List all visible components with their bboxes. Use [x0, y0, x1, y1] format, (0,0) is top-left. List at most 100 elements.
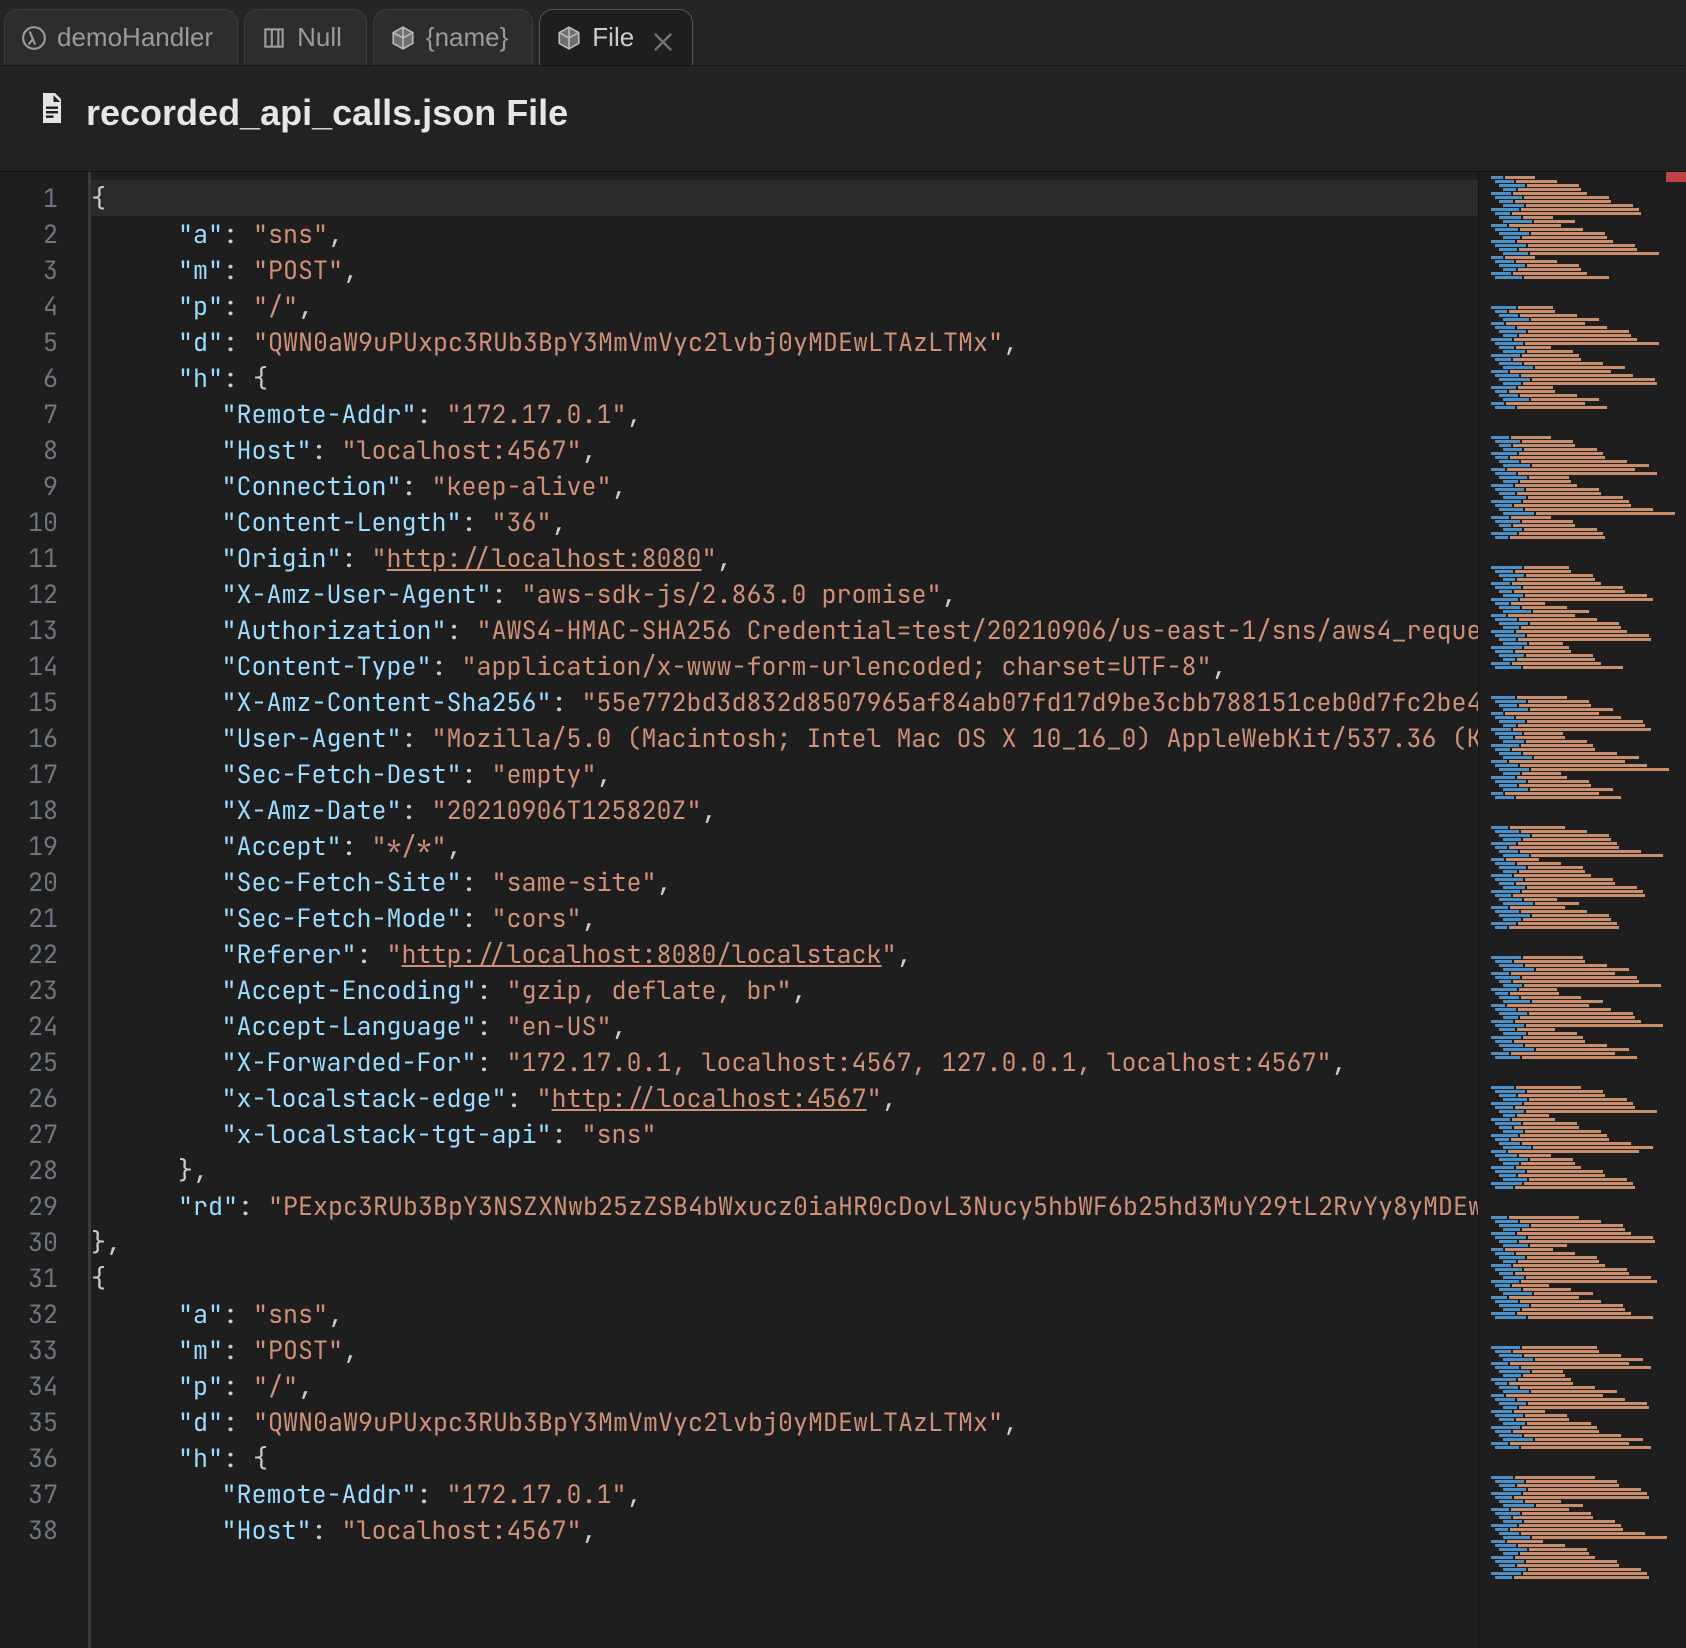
json-token: :	[402, 792, 432, 828]
json-token: ,	[298, 288, 313, 324]
code-line[interactable]: },	[91, 1224, 1478, 1260]
code-line[interactable]: "Connection": "keep-alive",	[91, 468, 1478, 504]
json-token: :	[552, 684, 582, 720]
json-token: "gzip, deflate, br"	[507, 972, 792, 1008]
code-line[interactable]: "X-Forwarded-For": "172.17.0.1, localhos…	[91, 1044, 1478, 1080]
cube-icon	[390, 25, 416, 51]
json-key: "Sec-Fetch-Site"	[222, 864, 462, 900]
json-token: ,	[582, 1512, 597, 1548]
code-line[interactable]: "Content-Length": "36",	[91, 504, 1478, 540]
code-area[interactable]: {"a": "sns","m": "POST","p": "/","d": "Q…	[88, 172, 1478, 1648]
json-token: "POST"	[253, 252, 343, 288]
json-token: :	[417, 396, 447, 432]
line-number: 30	[0, 1224, 58, 1260]
tab-name[interactable]: {name}	[373, 9, 533, 65]
tab-file[interactable]: File	[539, 9, 693, 65]
json-token: :	[507, 1080, 537, 1116]
json-key: "Authorization"	[222, 612, 447, 648]
close-icon[interactable]	[650, 29, 668, 47]
tab-label: File	[592, 22, 634, 53]
json-token: :	[552, 1116, 582, 1152]
json-key: "Origin"	[222, 540, 342, 576]
json-token: :	[477, 972, 507, 1008]
line-number: 38	[0, 1512, 58, 1548]
minimap-block	[1485, 566, 1680, 686]
code-line[interactable]: "Origin": "http://localhost:8080",	[91, 540, 1478, 576]
code-line[interactable]: "Host": "localhost:4567",	[91, 432, 1478, 468]
code-line[interactable]: "p": "/",	[91, 288, 1478, 324]
code-line[interactable]: "h": {	[91, 1440, 1478, 1476]
json-token: "sns"	[582, 1116, 657, 1152]
code-line[interactable]: "m": "POST",	[91, 252, 1478, 288]
minimap-block	[1485, 176, 1680, 296]
line-number: 34	[0, 1368, 58, 1404]
cube-icon	[556, 25, 582, 51]
json-token: "172.17.0.1"	[447, 1476, 627, 1512]
code-line[interactable]: {	[91, 1260, 1478, 1296]
json-token: ,	[328, 1296, 343, 1332]
code-line[interactable]: "p": "/",	[91, 1368, 1478, 1404]
code-line[interactable]: "Host": "localhost:4567",	[91, 1512, 1478, 1548]
code-line[interactable]: "Accept": "*/*",	[91, 828, 1478, 864]
code-line[interactable]: "Authorization": "AWS4-HMAC-SHA256 Crede…	[91, 612, 1478, 648]
json-token: ,	[343, 252, 358, 288]
code-line[interactable]: "Content-Type": "application/x-www-form-…	[91, 648, 1478, 684]
json-token: "/"	[253, 288, 298, 324]
code-line[interactable]: "X-Amz-Date": "20210906T125820Z",	[91, 792, 1478, 828]
code-line[interactable]: "x-localstack-tgt-api": "sns"	[91, 1116, 1478, 1152]
code-line[interactable]: "Remote-Addr": "172.17.0.1",	[91, 1476, 1478, 1512]
json-token: "172.17.0.1, localhost:4567, 127.0.0.1, …	[507, 1044, 1332, 1080]
json-key: "a"	[178, 1296, 223, 1332]
code-line[interactable]: "x-localstack-edge": "http://localhost:4…	[91, 1080, 1478, 1116]
line-number: 11	[0, 540, 58, 576]
line-number: 24	[0, 1008, 58, 1044]
code-line[interactable]: },	[91, 1152, 1478, 1188]
code-line[interactable]: "d": "QWN0aW9uPUxpc3RUb3BpY3MmVmVyc2lvbj…	[91, 1404, 1478, 1440]
tab-demoHandler[interactable]: demoHandler	[4, 9, 238, 65]
code-line[interactable]: "a": "sns",	[91, 216, 1478, 252]
code-line[interactable]: "h": {	[91, 360, 1478, 396]
line-number: 25	[0, 1044, 58, 1080]
code-line[interactable]: "Sec-Fetch-Mode": "cors",	[91, 900, 1478, 936]
json-token: "AWS4-HMAC-SHA256 Credential=test/202109…	[477, 612, 1478, 648]
code-line[interactable]: "Accept-Language": "en-US",	[91, 1008, 1478, 1044]
json-token: ,	[612, 468, 627, 504]
code-line[interactable]: "User-Agent": "Mozilla/5.0 (Macintosh; I…	[91, 720, 1478, 756]
code-line[interactable]: "X-Amz-Content-Sha256": "55e772bd3d832d8…	[91, 684, 1478, 720]
line-number: 29	[0, 1188, 58, 1224]
line-number: 10	[0, 504, 58, 540]
json-key: "a"	[178, 216, 223, 252]
json-token: ,	[447, 828, 462, 864]
json-token: "	[882, 936, 897, 972]
code-line[interactable]: "Remote-Addr": "172.17.0.1",	[91, 396, 1478, 432]
code-line[interactable]: "d": "QWN0aW9uPUxpc3RUb3BpY3MmVmVyc2lvbj…	[91, 324, 1478, 360]
code-line[interactable]: "a": "sns",	[91, 1296, 1478, 1332]
minimap[interactable]	[1478, 172, 1686, 1648]
code-line[interactable]: "rd": "PExpc3RUb3BpY3NSZXNwb25zZSB4bWxuc…	[91, 1188, 1478, 1224]
code-line[interactable]: "Accept-Encoding": "gzip, deflate, br",	[91, 972, 1478, 1008]
json-key: "h"	[178, 360, 223, 396]
code-line[interactable]: "Sec-Fetch-Site": "same-site",	[91, 864, 1478, 900]
code-editor[interactable]: 1234567891011121314151617181920212223242…	[0, 172, 1686, 1648]
json-token: "	[867, 1080, 882, 1116]
json-token: "	[372, 540, 387, 576]
code-line[interactable]: "Sec-Fetch-Dest": "empty",	[91, 756, 1478, 792]
json-token: {	[91, 180, 106, 216]
json-key: "User-Agent"	[222, 720, 402, 756]
line-number: 22	[0, 936, 58, 972]
json-token: ,	[612, 1008, 627, 1044]
code-line[interactable]: "Referer": "http://localhost:8080/locals…	[91, 936, 1478, 972]
line-number: 18	[0, 792, 58, 828]
tab-null[interactable]: Null	[244, 9, 367, 65]
json-key: "Content-Type"	[222, 648, 432, 684]
page-title: recorded_api_calls.json File	[86, 92, 568, 134]
code-line[interactable]: {	[91, 180, 1478, 216]
code-line[interactable]: "X-Amz-User-Agent": "aws-sdk-js/2.863.0 …	[91, 576, 1478, 612]
json-link: http://localhost:8080/localstack	[402, 936, 882, 972]
minimap-block	[1485, 306, 1680, 426]
line-number-gutter: 1234567891011121314151617181920212223242…	[0, 172, 88, 1648]
json-token: ,	[897, 936, 912, 972]
json-token: ,	[1003, 324, 1018, 360]
json-token: ,	[717, 540, 732, 576]
code-line[interactable]: "m": "POST",	[91, 1332, 1478, 1368]
